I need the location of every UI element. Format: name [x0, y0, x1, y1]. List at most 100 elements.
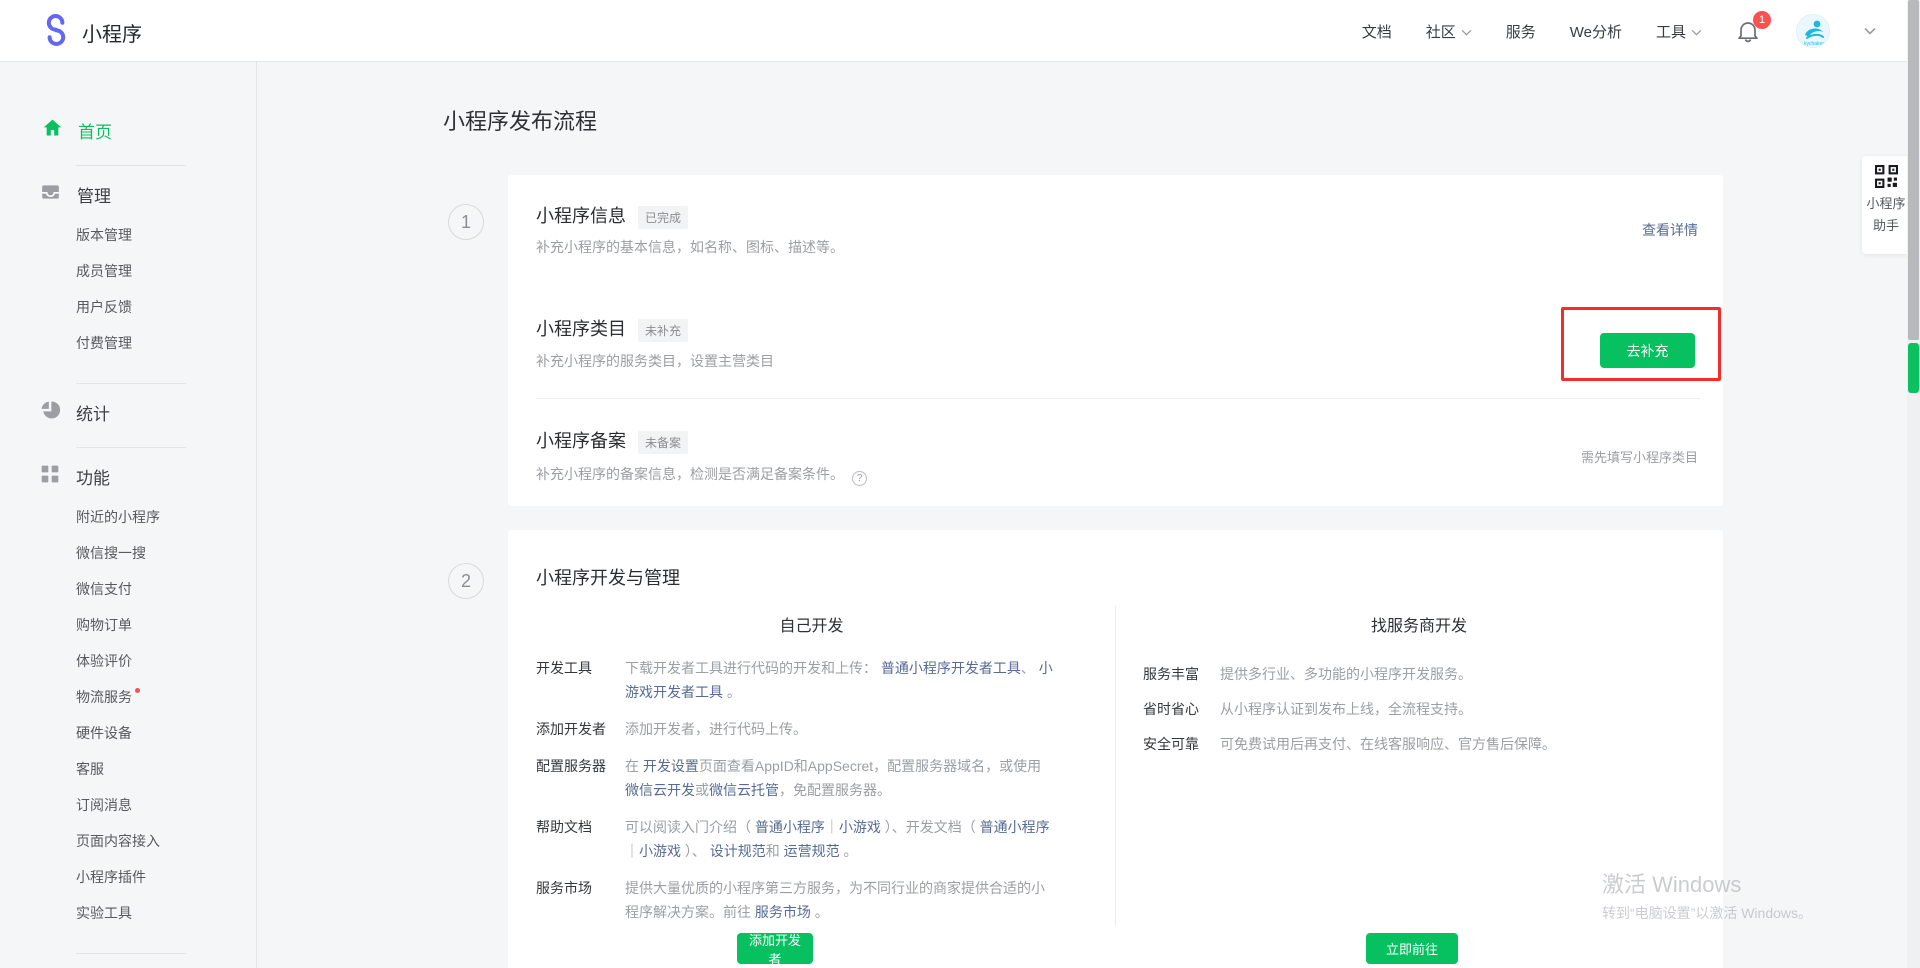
status-badge: 未补充	[638, 319, 688, 342]
sidebar-section-items: 附近的小程序微信搜一搜微信支付购物订单体验评价物流服务硬件设备客服订阅消息页面内…	[0, 499, 256, 931]
inline-link[interactable]: 服务市场	[755, 904, 811, 920]
column-divider	[1115, 606, 1116, 926]
sidebar-item-label: 微信支付	[76, 581, 132, 597]
add-developer-button[interactable]: 添加开发者	[737, 933, 813, 964]
sidebar-item[interactable]: 物流服务	[0, 679, 256, 715]
provider-dev-rows: 服务丰富提供多行业、多功能的小程序开发服务。省时省心从小程序认证到发布上线，全流…	[1143, 662, 1683, 767]
nav-item-label: 文档	[1362, 21, 1392, 42]
sidebar-item[interactable]: 版本管理	[0, 217, 256, 253]
sidebar-section-0[interactable]: 管理	[40, 182, 256, 207]
inline-text: ）、	[681, 843, 710, 859]
sidebar-item[interactable]: 微信搜一搜	[0, 535, 256, 571]
sidebar: 首页 管理版本管理成员管理用户反馈付费管理统计功能附近的小程序微信搜一搜微信支付…	[0, 62, 257, 968]
inline-link[interactable]: 微信云开发	[625, 782, 695, 798]
inline-link[interactable]: 普通小程序	[980, 819, 1050, 835]
provider-row-label: 安全可靠	[1143, 732, 1220, 756]
inline-link[interactable]: 小游戏	[639, 843, 681, 859]
sidebar-item-label: 客服	[76, 761, 104, 777]
sidebar-item[interactable]: 微信支付	[0, 571, 256, 607]
sidebar-item-label: 付费管理	[76, 335, 132, 351]
sidebar-item[interactable]: 页面内容接入	[0, 823, 256, 859]
nav-item-2[interactable]: 社区	[1426, 21, 1472, 42]
sidebar-item[interactable]: 体验评价	[0, 643, 256, 679]
inline-link[interactable]: 普通小程序开发者工具	[881, 660, 1021, 676]
logo[interactable]: 小程序	[40, 14, 142, 51]
inline-text: ｜	[625, 843, 639, 859]
sidebar-item[interactable]: 付费管理	[0, 325, 256, 361]
nav-item-5[interactable]: 工具	[1656, 21, 1702, 42]
qr-code-icon	[1862, 165, 1910, 193]
sidebar-item[interactable]: 订阅消息	[0, 787, 256, 823]
notifications-button[interactable]: 1	[1736, 18, 1762, 44]
dev-row-label: 服务市场	[536, 876, 625, 924]
sidebar-section-label: 统计	[76, 400, 110, 425]
sidebar-item[interactable]: 成员管理	[0, 253, 256, 289]
question-circle-icon[interactable]: ?	[852, 471, 867, 486]
chevron-down-icon	[1461, 23, 1472, 40]
dev-row-text: 下载开发者工具进行代码的开发和上传： 普通小程序开发者工具、 小游戏开发者工具 …	[625, 656, 1055, 704]
sidebar-section-1[interactable]: 统计	[40, 400, 256, 425]
pie-chart-icon	[40, 400, 60, 425]
sidebar-item[interactable]: 小程序插件	[0, 859, 256, 895]
go-now-button[interactable]: 立即前往	[1366, 933, 1458, 964]
row-title: 小程序备案	[536, 427, 626, 453]
inline-text: 。	[840, 843, 858, 859]
sidebar-item[interactable]: 附近的小程序	[0, 499, 256, 535]
avatar[interactable]: kychaker	[1796, 14, 1830, 48]
inline-text: 下载开发者工具进行代码的开发和上传：	[625, 660, 881, 676]
self-dev-rows: 开发工具下载开发者工具进行代码的开发和上传： 普通小程序开发者工具、 小游戏开发…	[536, 656, 1055, 937]
view-details-link[interactable]: 查看详情	[1642, 220, 1698, 240]
sidebar-section-2[interactable]: 功能	[40, 464, 256, 489]
go-complete-button[interactable]: 去补充	[1600, 333, 1695, 368]
account-chevron-down-icon[interactable]	[1864, 22, 1876, 40]
sidebar-item-label: 用户反馈	[76, 299, 132, 315]
sidebar-item[interactable]: 用户反馈	[0, 289, 256, 325]
dev-row: 帮助文档可以阅读入门介绍（ 普通小程序｜小游戏 ）、开发文档（ 普通小程序｜小游…	[536, 815, 1055, 863]
inline-text: ）、开发文档（	[881, 819, 980, 835]
assistant-label-line2: 助手	[1862, 215, 1910, 237]
sidebar-divider	[76, 447, 186, 448]
sidebar-divider	[76, 165, 186, 166]
sidebar-item[interactable]: 购物订单	[0, 607, 256, 643]
sidebar-item[interactable]: 客服	[0, 751, 256, 787]
inline-link[interactable]: 设计规范	[710, 843, 766, 859]
inline-link[interactable]: 小游戏	[839, 819, 881, 835]
row-title: 小程序类目	[536, 315, 626, 341]
dev-row-label: 添加开发者	[536, 717, 625, 741]
provider-row: 省时省心从小程序认证到发布上线，全流程支持。	[1143, 697, 1683, 721]
miniprogram-assistant-widget[interactable]: 小程序 助手	[1862, 156, 1910, 254]
nav-item-4[interactable]: We分析	[1570, 21, 1622, 42]
nav-item-3[interactable]: 服务	[1506, 21, 1536, 42]
nav-item-label: 服务	[1506, 21, 1536, 42]
provider-row-label: 省时省心	[1143, 697, 1220, 721]
dev-row: 配置服务器在 开发设置页面查看AppID和AppSecret，配置服务器域名，或…	[536, 754, 1055, 802]
dev-row-label: 帮助文档	[536, 815, 625, 863]
scrollbar-green-marker[interactable]	[1908, 343, 1919, 393]
inline-link[interactable]: 普通小程序	[755, 819, 825, 835]
sidebar-section-label: 管理	[77, 182, 111, 207]
tray-icon	[40, 182, 61, 207]
dev-row-text: 添加开发者，进行代码上传。	[625, 717, 1055, 741]
sidebar-item[interactable]: 硬件设备	[0, 715, 256, 751]
inline-text: 在	[625, 758, 643, 774]
nav-item-1[interactable]: 文档	[1362, 21, 1392, 42]
dev-row-text: 在 开发设置页面查看AppID和AppSecret，配置服务器域名，或使用微信云…	[625, 754, 1055, 802]
sidebar-item[interactable]: 实验工具	[0, 895, 256, 931]
top-header: 小程序 文档 社区 服务 We分析 工具 1 kychaker	[0, 0, 1920, 62]
sidebar-section-items: 版本管理成员管理用户反馈付费管理	[0, 217, 256, 361]
scrollbar-track[interactable]	[1907, 0, 1920, 968]
row-desc-text: 补充小程序的备案信息，检测是否满足备案条件。	[536, 466, 844, 482]
inline-link[interactable]: 微信云托管	[709, 782, 779, 798]
filing-row-title-group: 小程序备案未备案	[536, 427, 688, 454]
avatar-label: kychaker	[1804, 41, 1824, 47]
inline-link[interactable]: 开发设置	[643, 758, 699, 774]
assistant-label-line1: 小程序	[1862, 193, 1910, 215]
filing-hint-text: 需先填写小程序类目	[1581, 447, 1698, 466]
sidebar-item-home[interactable]: 首页	[42, 118, 256, 143]
inline-link[interactable]: 运营规范	[784, 843, 840, 859]
step-2-title: 小程序开发与管理	[536, 564, 680, 590]
inline-text: 。	[811, 904, 829, 920]
scrollbar-thumb[interactable]	[1908, 0, 1919, 340]
chevron-down-icon	[1691, 23, 1702, 40]
miniprogram-logo-icon	[40, 14, 72, 51]
